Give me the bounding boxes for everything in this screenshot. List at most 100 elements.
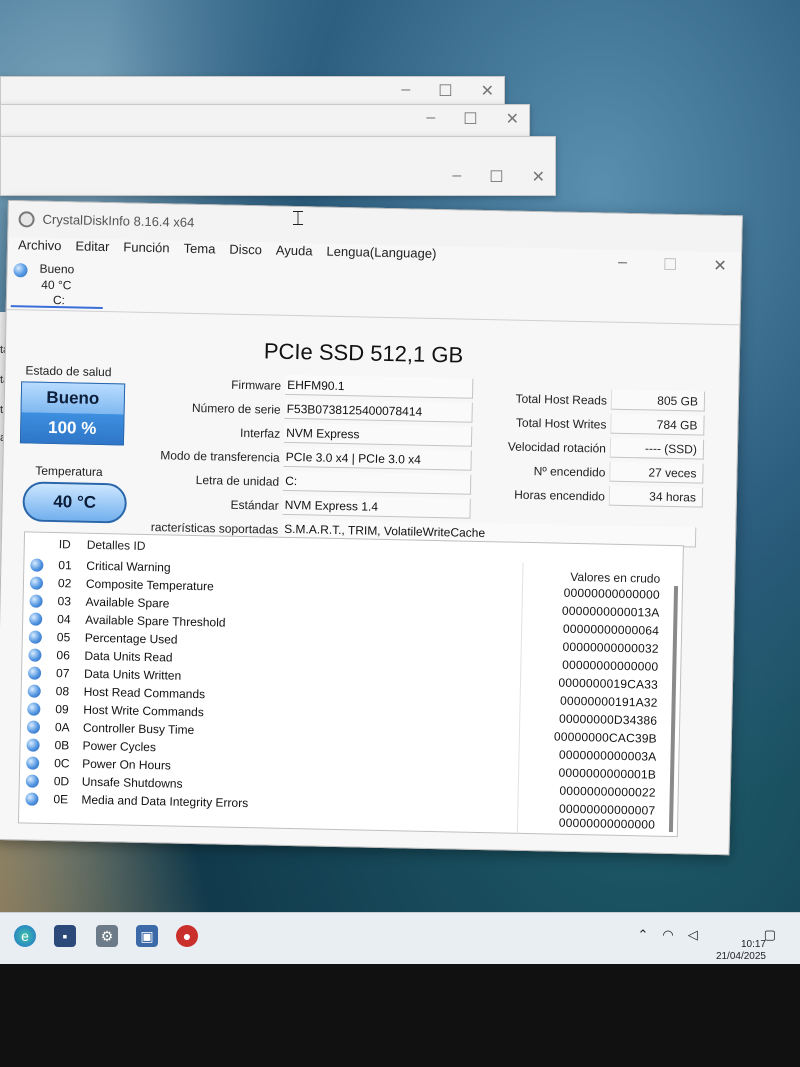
power-hours-label: Horas encendido [514, 487, 606, 504]
interface-label: Interfaz [239, 425, 281, 441]
attribute-name: Unsafe Shutdowns [81, 774, 183, 791]
attribute-name: Data Units Read [84, 648, 173, 665]
text-cursor-icon: ⌶ [292, 208, 304, 230]
power-count-label: Nº encendido [533, 464, 606, 480]
attribute-id: 01 [58, 558, 72, 573]
header-id[interactable]: ID [59, 537, 71, 551]
photo-app-icon[interactable]: ▣ [136, 925, 158, 947]
status-dot-icon [26, 720, 41, 734]
status-dot-icon [29, 594, 43, 608]
clock-time: 10:17 [740, 939, 766, 950]
status-dot-icon [26, 756, 40, 770]
record-app-icon[interactable]: ● [176, 925, 198, 947]
menu-ayuda[interactable]: Ayuda [276, 243, 313, 259]
attribute-name: Composite Temperature [85, 576, 214, 594]
close-icon[interactable]: ✕ [481, 81, 494, 101]
attribute-name: Media and Data Integrity Errors [81, 792, 249, 811]
host-writes-label: Total Host Writes [515, 415, 607, 432]
close-icon[interactable]: ✕ [713, 256, 727, 276]
host-reads-label: Total Host Reads [515, 391, 608, 408]
app-window-icon[interactable]: ▪ [54, 925, 76, 947]
attribute-name: Available Spare Threshold [85, 612, 226, 630]
attribute-id: 07 [55, 666, 70, 681]
clock[interactable]: 10:17 21/04/2025 [716, 939, 766, 963]
monitor-bezel [0, 964, 800, 1067]
header-details[interactable]: Detalles ID [87, 538, 146, 553]
status-dot-icon [28, 630, 42, 644]
drive-tab-letter: C: [52, 292, 66, 308]
attribute-id: 08 [55, 684, 70, 699]
crystaldiskinfo-window: CrystalDiskInfo 8.16.4 x64 – ☐ ✕ Archivo… [0, 200, 743, 856]
standard-value: NVM Express 1.4 [282, 494, 471, 519]
drive-tab-status: Bueno [39, 261, 75, 277]
menu-disco[interactable]: Disco [229, 242, 262, 258]
drive-letter-value: C: [282, 470, 472, 495]
attribute-name: Available Spare [85, 594, 170, 611]
status-dot-icon [25, 774, 39, 788]
transfer-mode-value: PCIe 3.0 x4 | PCIe 3.0 x4 [283, 446, 472, 471]
edge-browser-icon[interactable]: e [14, 925, 36, 947]
attribute-name: Host Write Commands [83, 702, 204, 720]
divider [6, 308, 740, 326]
attribute-name: Controller Busy Time [82, 720, 195, 738]
attribute-id: 02 [57, 576, 72, 591]
attribute-id: 04 [57, 612, 71, 627]
minimize-icon[interactable]: – [452, 167, 461, 187]
app-icon [18, 211, 35, 228]
minimize-icon[interactable]: – [401, 81, 410, 101]
status-dot-icon [26, 738, 40, 752]
menu-editar[interactable]: Editar [75, 238, 109, 254]
menu-funcion[interactable]: Función [123, 239, 170, 255]
volume-icon[interactable]: ◁ [688, 927, 698, 943]
status-dot-icon [25, 792, 39, 806]
power-hours-value: 34 horas [608, 485, 704, 508]
attribute-name: Host Read Commands [83, 684, 206, 702]
attribute-id: 0A [54, 720, 70, 735]
maximize-icon[interactable]: ☐ [438, 81, 452, 101]
attribute-id: 0E [53, 792, 69, 807]
status-dot-icon [27, 684, 41, 698]
background-window-3[interactable]: – ☐ ✕ [0, 136, 556, 196]
minimize-icon[interactable]: – [426, 109, 435, 129]
minimize-icon[interactable]: – [618, 254, 627, 274]
maximize-icon[interactable]: ☐ [489, 167, 503, 187]
attribute-id: 0D [53, 774, 70, 789]
window-title: CrystalDiskInfo 8.16.4 x64 [42, 211, 195, 230]
attribute-id: 03 [57, 594, 72, 609]
status-dot-icon [30, 558, 44, 572]
attribute-name: Power On Hours [82, 756, 172, 773]
rotation-speed-value: ---- (SSD) [609, 437, 705, 460]
drive-letter-label: Letra de unidad [195, 472, 280, 489]
rotation-speed-label: Velocidad rotación [507, 439, 607, 456]
menu-tema[interactable]: Tema [183, 241, 215, 257]
firmware-label: Firmware [231, 377, 282, 393]
maximize-icon[interactable]: ☐ [663, 255, 678, 275]
close-icon[interactable]: ✕ [532, 167, 545, 187]
status-dot-icon [29, 576, 44, 590]
chevron-up-icon[interactable]: ⌃ [637, 927, 648, 943]
attribute-name: Critical Warning [86, 558, 171, 575]
maximize-icon[interactable]: ☐ [463, 109, 477, 129]
serial-label: Número de serie [191, 400, 281, 417]
menu-lengua[interactable]: Lengua(Language) [326, 244, 436, 261]
wifi-icon[interactable]: ◠ [662, 927, 673, 943]
host-reads-value: 805 GB [610, 389, 706, 412]
attribute-name: Power Cycles [82, 738, 157, 755]
status-dot-icon [27, 666, 42, 680]
close-icon[interactable]: ✕ [506, 109, 519, 129]
firmware-value: EHFM90.1 [284, 374, 474, 399]
drive-tab-c[interactable]: Bueno 40 °C C: [10, 259, 104, 310]
attribute-raw: 00000000000000 [558, 815, 656, 832]
temperature-label: Temperatura [35, 463, 103, 480]
attribute-id: 09 [55, 702, 69, 717]
attribute-id: 06 [56, 648, 70, 663]
smart-attributes-list[interactable]: ID Detalles ID Valores en crudo 01 Critic… [17, 531, 684, 838]
settings-tool-icon[interactable]: ⚙ [96, 925, 118, 947]
health-label: Estado de salud [25, 363, 112, 380]
attribute-id: 0C [54, 756, 70, 771]
attribute-name: Percentage Used [84, 630, 178, 647]
taskbar: e ▪ ⚙ ▣ ● ⌃ ◠ ◁ ▢ 10:17 21/04/2025 [0, 912, 800, 964]
power-count-value: 27 veces [609, 461, 704, 484]
status-dot-icon [28, 648, 42, 662]
menu-archivo[interactable]: Archivo [18, 237, 62, 253]
